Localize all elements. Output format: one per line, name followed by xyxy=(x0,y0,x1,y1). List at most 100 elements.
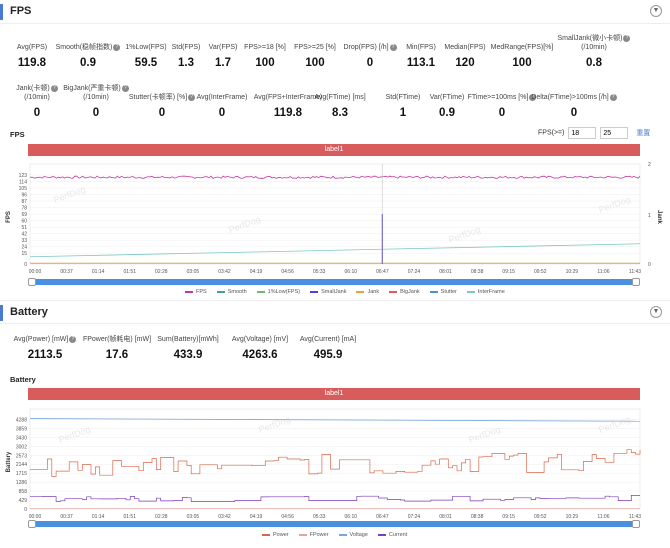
x-tick-label: 02:28 xyxy=(155,514,168,520)
x-tick-label: 00:37 xyxy=(60,514,73,520)
y-tick-label: 3430 xyxy=(16,435,27,441)
legend-swatch xyxy=(338,533,347,536)
y-tick-label: 123 xyxy=(19,173,28,179)
legend-item[interactable]: FPS xyxy=(185,289,207,295)
fps-threshold-input-1[interactable] xyxy=(568,127,597,139)
series-power-line xyxy=(30,449,641,477)
fps-threshold-label: FPS(>=) xyxy=(538,129,565,137)
x-tick-label: 06:10 xyxy=(345,269,358,275)
watermark: PerfDog xyxy=(57,424,91,445)
y-tick-label: 96 xyxy=(21,193,27,199)
section-accent-bar xyxy=(0,4,3,20)
cursor-line xyxy=(381,164,383,264)
series-fps-line xyxy=(29,175,641,179)
fps-chart[interactable]: 123114105968778696051423324150FPS Jank210… xyxy=(0,158,670,308)
x-tick-label: 08:01 xyxy=(439,269,452,275)
metric-label-unit: (/10min) xyxy=(581,44,607,51)
metric-delta-ftime-100ms-h: Delta(FTime)>100ms [/h]? 0 xyxy=(529,93,619,119)
y-tick-label: 3859 xyxy=(16,426,27,432)
legend-item[interactable]: BigJank xyxy=(389,289,420,295)
x-tick-label: 11:06 xyxy=(597,514,609,520)
battery-legend: Power FPower Voltage Current xyxy=(262,532,417,538)
fps-timeline-scrollbar[interactable] xyxy=(28,278,640,286)
x-tick-label: 00:37 xyxy=(60,269,73,275)
legend-item[interactable]: Voltage xyxy=(338,532,368,538)
x-tick-label: 01:14 xyxy=(92,514,105,520)
legend-swatch xyxy=(356,290,365,293)
battery-chart-title: Battery xyxy=(10,375,36,384)
x-tick-label: 10:29 xyxy=(566,514,579,520)
x-tick-label: 01:51 xyxy=(123,514,136,520)
series-current-line xyxy=(30,495,640,502)
y-tick-label: 15 xyxy=(21,251,27,257)
y-tick-label: 2573 xyxy=(16,453,27,459)
y2-axis-label: Jank xyxy=(656,210,662,224)
battery-label-bar[interactable]: label1 xyxy=(28,388,640,400)
reset-button[interactable]: 重置 xyxy=(636,130,650,137)
x-tick-label: 07:24 xyxy=(408,269,421,275)
scroll-handle-right[interactable] xyxy=(632,278,640,286)
collapse-chevron-icon[interactable]: ▼ xyxy=(650,5,662,17)
x-tick-label: 11:43 xyxy=(629,269,641,275)
metric-label: Avg(Current) [mA] xyxy=(299,336,357,343)
watermark: PerfDog xyxy=(257,414,291,435)
y-tick-label: 24 xyxy=(21,245,27,251)
fps-label-bar[interactable]: label1 xyxy=(28,144,640,156)
x-tick-label: 04:56 xyxy=(281,514,294,520)
x-tick-label: 01:51 xyxy=(123,269,136,275)
y-tick-label: 78 xyxy=(21,206,27,212)
x-tick-label: 03:05 xyxy=(187,269,200,275)
x-tick-label: 02:28 xyxy=(155,269,168,275)
y-tick-label: 33 xyxy=(21,238,27,244)
fps-threshold-input-2[interactable] xyxy=(600,127,629,139)
help-icon[interactable]: ? xyxy=(121,84,129,92)
legend-item[interactable]: Stutter xyxy=(429,289,457,295)
x-tick-label: 03:42 xyxy=(218,269,231,275)
scroll-handle-left[interactable] xyxy=(28,520,36,528)
watermark: PerfDog xyxy=(52,184,86,205)
legend-item[interactable]: InterFrame xyxy=(466,289,505,295)
metric-value: 0.8 xyxy=(586,57,602,69)
legend-item[interactable]: Jank xyxy=(356,289,379,295)
x-tick-label: 03:42 xyxy=(218,514,231,520)
x-tick-label: 06:47 xyxy=(376,514,389,520)
watermark: PerfDog xyxy=(597,414,631,435)
metric-value: 495.9 xyxy=(313,349,343,361)
scroll-handle-right[interactable] xyxy=(632,520,640,528)
watermark: PerfDog xyxy=(227,214,261,235)
x-tick-label: 03:05 xyxy=(187,514,200,520)
y-tick-label: 87 xyxy=(21,199,27,205)
battery-chart[interactable]: 4288 3859 3430 3002 2573 2144 1715 1286 858 429 0 B… xyxy=(0,403,670,528)
battery-section-header: Battery ▼ xyxy=(0,300,670,324)
legend-swatch xyxy=(389,290,398,293)
x-tick-label: 04:56 xyxy=(281,269,294,275)
x-tick-label: 09:52 xyxy=(534,269,547,275)
section-accent-bar xyxy=(0,305,3,321)
help-icon[interactable]: ? xyxy=(609,93,617,101)
x-tick-label: 08:38 xyxy=(471,514,484,520)
legend-item[interactable]: Smooth xyxy=(216,289,247,295)
y-tick-label: 2144 xyxy=(16,462,27,468)
x-tick-label: 04:19 xyxy=(250,514,263,520)
scroll-handle-left[interactable] xyxy=(28,278,36,286)
legend-item[interactable]: Power xyxy=(262,532,289,538)
fps-threshold-controls: FPS(>=) 重置 xyxy=(538,127,650,139)
x-tick-label: 09:52 xyxy=(534,514,547,520)
x-tick-label: 01:14 xyxy=(92,269,105,275)
legend-item[interactable]: FPower xyxy=(298,532,329,538)
y2-tick-label: 0 xyxy=(648,262,651,268)
legend-swatch xyxy=(429,290,438,293)
fps-legend: FPS Smooth 1%Low(FPS) SmallJank Jank BigJank S… xyxy=(185,289,515,295)
legend-swatch xyxy=(185,290,193,293)
watermark: PerfDog xyxy=(597,194,631,215)
help-icon[interactable]: ? xyxy=(623,34,631,42)
legend-item[interactable]: 1%Low(FPS) xyxy=(256,289,300,295)
y-tick-label: 858 xyxy=(19,489,28,495)
battery-timeline-scrollbar[interactable] xyxy=(28,520,640,528)
legend-item[interactable]: SmallJank xyxy=(310,289,346,295)
fps-chart-title: FPS xyxy=(10,130,25,139)
legend-item[interactable]: Current xyxy=(377,532,407,538)
y-tick-label: 1715 xyxy=(16,471,27,477)
collapse-chevron-icon[interactable]: ▼ xyxy=(650,306,662,318)
y-tick-label: 0 xyxy=(24,262,27,268)
